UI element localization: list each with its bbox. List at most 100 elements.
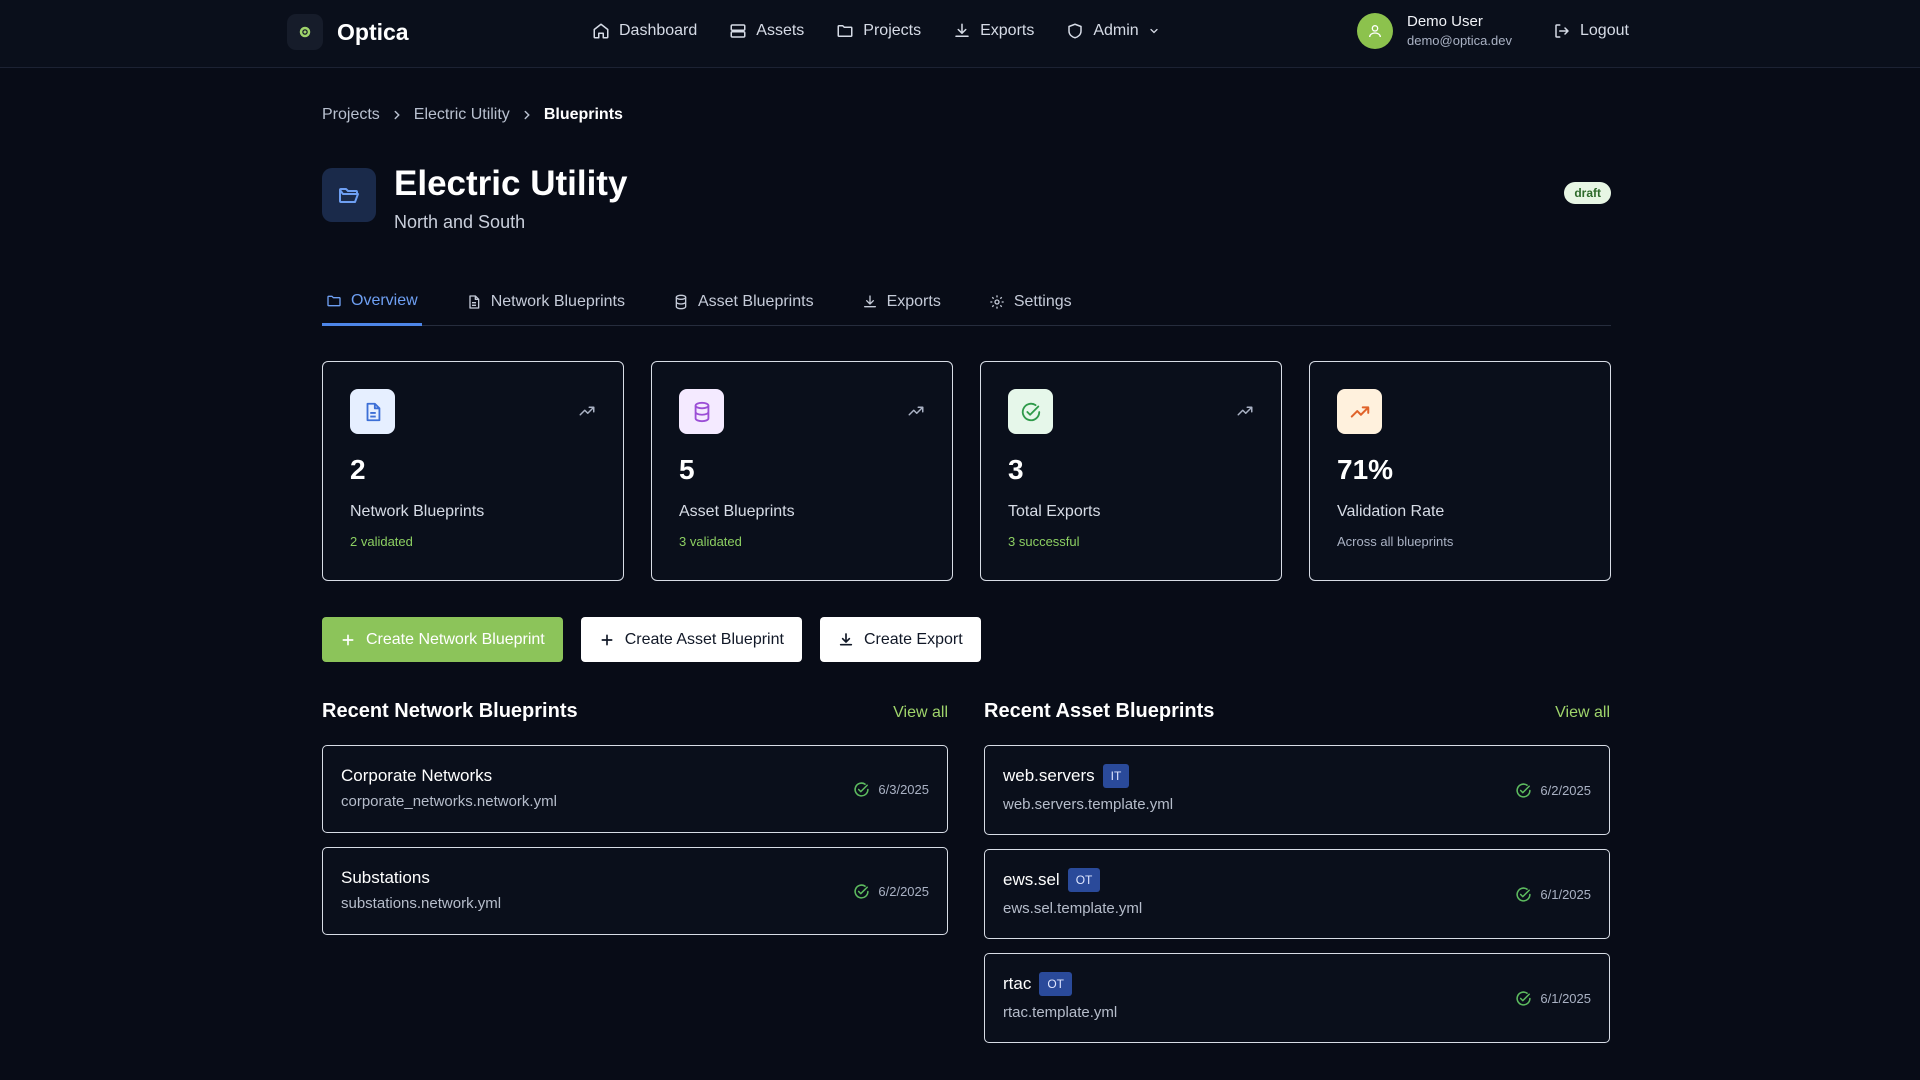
nav-item-label: Admin	[1093, 22, 1139, 39]
list-item[interactable]: Corporate Networks corporate_networks.ne…	[322, 745, 948, 833]
download-icon	[955, 23, 969, 37]
breadcrumb-current: Blueprints	[543, 106, 623, 123]
stat-label: Network Blueprints	[350, 503, 485, 520]
button-label: Create Export	[863, 630, 963, 648]
avatar	[1357, 13, 1393, 49]
category-tag: OT	[1067, 868, 1101, 892]
project-header: Electric Utility North and South draft	[322, 164, 1611, 248]
check-circle-icon	[1008, 389, 1053, 434]
database-icon	[675, 294, 687, 310]
check-circle-icon	[854, 884, 870, 899]
create-asset-blueprint-button[interactable]: Create Asset Blueprint	[580, 617, 802, 662]
create-export-button[interactable]: Create Export	[819, 617, 981, 662]
stat-card-asset-blueprints: 5 Asset Blueprints 3 validated	[651, 361, 953, 581]
user-name: Demo User	[1407, 13, 1483, 30]
action-bar: Create Network Blueprint Create Asset Bl…	[322, 617, 981, 662]
item-date: 6/2/2025	[878, 884, 929, 899]
logout-label: Logout	[1580, 22, 1629, 39]
item-date: 6/1/2025	[1540, 887, 1591, 902]
section-title: Recent Network Blueprints	[322, 700, 578, 722]
breadcrumb-projects[interactable]: Projects	[322, 106, 380, 124]
item-date: 6/1/2025	[1540, 991, 1591, 1006]
list-item[interactable]: web.servers IT web.servers.template.yml …	[984, 745, 1610, 835]
item-name-text: web.servers	[1003, 766, 1095, 785]
section-title: Recent Asset Blueprints	[984, 700, 1215, 722]
user-menu[interactable]: Demo User demo@optica.dev	[1357, 12, 1512, 50]
item-date: 6/2/2025	[1540, 783, 1591, 798]
nav-item-admin[interactable]: Admin	[1066, 22, 1159, 40]
logout-button[interactable]: Logout	[1553, 0, 1629, 62]
folder-icon	[837, 25, 853, 37]
brand[interactable]: Optica	[287, 14, 409, 50]
trending-up-icon	[1237, 406, 1253, 416]
tab-label: Overview	[351, 291, 418, 309]
breadcrumb-project[interactable]: Electric Utility	[414, 106, 510, 124]
item-date: 6/3/2025	[878, 782, 929, 797]
stat-sub: Across all blueprints	[1337, 534, 1454, 549]
top-navigation: Optica Dashboard Assets Projects Exports…	[0, 0, 1920, 68]
home-icon	[593, 23, 609, 39]
server-icon	[730, 24, 746, 38]
nav-item-projects[interactable]: Projects	[836, 22, 921, 40]
tab-label: Asset Blueprints	[697, 293, 814, 310]
gear-icon	[990, 295, 1004, 309]
chevron-right-icon	[524, 110, 530, 120]
stat-sub: 3 successful	[1008, 534, 1080, 549]
trending-up-icon	[579, 406, 595, 416]
database-icon	[679, 389, 724, 434]
check-circle-icon	[1516, 887, 1532, 902]
item-meta: 6/2/2025	[853, 883, 929, 900]
logout-icon	[1555, 24, 1569, 38]
download-icon	[839, 632, 853, 645]
item-file: corporate_networks.network.yml	[341, 793, 557, 810]
tab-overview[interactable]: Overview	[322, 278, 422, 326]
item-meta: 6/2/2025	[1515, 782, 1591, 799]
stat-label: Asset Blueprints	[679, 503, 795, 520]
category-tag: IT	[1102, 764, 1130, 788]
stat-value: 71%	[1337, 454, 1394, 485]
check-circle-icon	[1516, 783, 1532, 798]
tab-settings[interactable]: Settings	[985, 278, 1076, 326]
button-label: Create Asset Blueprint	[624, 630, 784, 648]
document-icon	[469, 295, 480, 309]
page-subtitle: North and South	[394, 212, 526, 232]
trending-up-icon	[1337, 389, 1382, 434]
document-icon	[350, 389, 395, 434]
list-item[interactable]: rtac OT rtac.template.yml 6/1/2025	[984, 953, 1610, 1043]
user-email: demo@optica.dev	[1407, 33, 1512, 48]
button-label: Create Network Blueprint	[366, 630, 545, 648]
tab-label: Network Blueprints	[490, 293, 625, 310]
item-name-text: ews.sel	[1003, 870, 1060, 889]
view-all-link[interactable]: View all	[1555, 704, 1610, 722]
folder-icon	[327, 295, 341, 306]
nav-item-assets[interactable]: Assets	[729, 22, 804, 40]
page-title: Electric Utility	[394, 164, 628, 203]
tab-network-blueprints[interactable]: Network Blueprints	[462, 278, 629, 326]
item-name: ews.sel OT	[1003, 868, 1101, 892]
item-file: rtac.template.yml	[1003, 1004, 1118, 1021]
nav-item-exports[interactable]: Exports	[953, 22, 1034, 40]
breadcrumb: Projects Electric Utility Blueprints	[322, 106, 623, 124]
list-item[interactable]: ews.sel OT ews.sel.template.yml 6/1/2025	[984, 849, 1610, 939]
download-icon	[863, 295, 876, 308]
stat-value: 5	[679, 454, 695, 485]
tab-exports[interactable]: Exports	[858, 278, 945, 326]
user-icon	[1369, 25, 1381, 38]
view-all-link[interactable]: View all	[893, 704, 948, 722]
item-meta: 6/1/2025	[1515, 990, 1591, 1007]
status-badge: draft	[1564, 182, 1611, 204]
item-name: Corporate Networks	[341, 766, 493, 785]
tab-bar: Overview Network Blueprints Asset Bluepr…	[322, 278, 1611, 326]
category-tag: OT	[1039, 972, 1073, 996]
tab-asset-blueprints[interactable]: Asset Blueprints	[669, 278, 818, 326]
stat-label: Total Exports	[1008, 503, 1101, 520]
chevron-right-icon	[394, 110, 400, 120]
stat-label: Validation Rate	[1337, 503, 1445, 520]
item-name: web.servers IT	[1003, 764, 1130, 788]
app-name: Optica	[337, 18, 409, 45]
item-name: Substations	[341, 868, 430, 887]
nav-item-dashboard[interactable]: Dashboard	[592, 22, 697, 40]
create-network-blueprint-button[interactable]: Create Network Blueprint	[322, 617, 563, 662]
list-item[interactable]: Substations substations.network.yml 6/2/…	[322, 847, 948, 935]
stat-value: 2	[350, 454, 366, 485]
